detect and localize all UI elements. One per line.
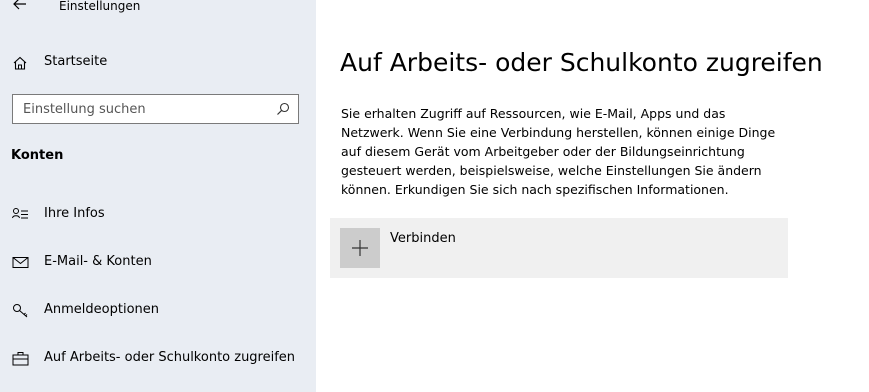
home-label: Startseite (44, 54, 108, 69)
app-title: Einstellungen (59, 0, 141, 13)
back-arrow-icon (13, 0, 26, 10)
search-icon[interactable] (276, 102, 290, 116)
sidebar-item-label: Ihre Infos (44, 206, 105, 221)
sidebar-item-email-konten[interactable]: E-Mail- & Konten (0, 246, 316, 280)
plus-icon-tile (340, 228, 380, 268)
search-input[interactable] (13, 95, 283, 123)
plus-icon (352, 240, 368, 256)
page-description: Sie erhalten Zugriff auf Ressourcen, wie… (341, 106, 776, 197)
sidebar-item-label: Anmeldeoptionen (44, 302, 160, 317)
home-nav-item[interactable]: Startseite (0, 47, 316, 79)
connect-label: Verbinden (390, 231, 456, 246)
sidebar-item-ihre-infos[interactable]: Ihre Infos (0, 198, 316, 232)
key-icon (13, 304, 28, 318)
person-list-icon (12, 208, 28, 219)
back-button[interactable] (10, 0, 30, 14)
sidebar-item-arbeits-schulkonto[interactable]: Auf Arbeits- oder Schulkonto zugreifen (0, 342, 316, 376)
sidebar-item-label: Auf Arbeits- oder Schulkonto zugreifen (44, 350, 296, 365)
briefcase-icon (12, 352, 29, 366)
mail-icon (12, 257, 29, 268)
sidebar-item-anmeldeoptionen[interactable]: Anmeldeoptionen (0, 294, 316, 328)
connect-button[interactable]: Verbinden (330, 218, 788, 278)
home-icon (13, 56, 27, 70)
sidebar-item-label: E-Mail- & Konten (44, 254, 152, 269)
search-box[interactable] (12, 94, 299, 124)
sidebar: Einstellungen Startseite Konten Ihre Inf… (0, 0, 316, 392)
section-title-konten: Konten (11, 148, 64, 163)
main-content: Auf Arbeits- oder Schulkonto zugreifen S… (316, 0, 869, 392)
page-title: Auf Arbeits- oder Schulkonto zugreifen (340, 48, 823, 77)
